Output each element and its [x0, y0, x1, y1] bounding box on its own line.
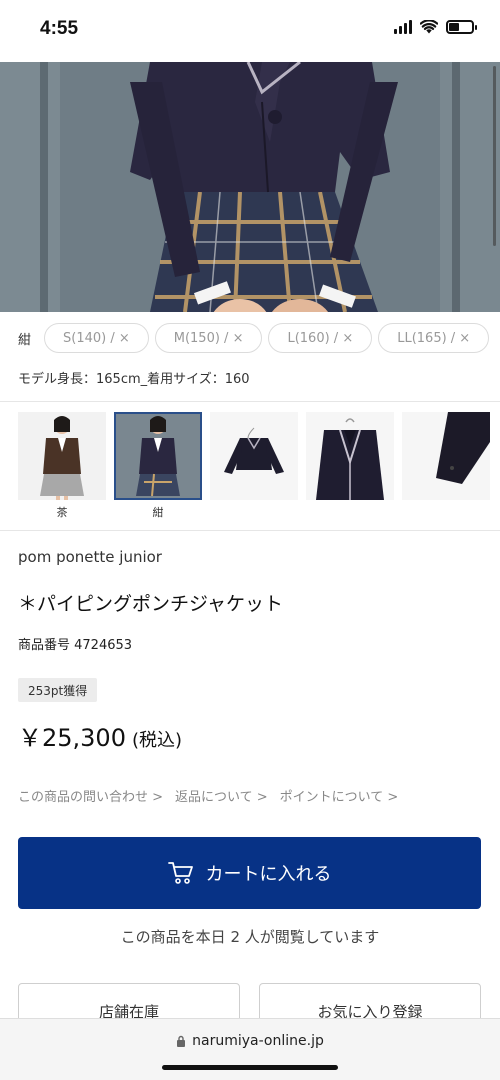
- cart-icon: [167, 862, 193, 884]
- color-label: 紺: [18, 332, 32, 348]
- price-value: ￥25,300: [18, 724, 126, 752]
- browser-address-bar: narumiya-online.jp: [0, 1018, 500, 1080]
- info-links: この商品の問い合わせ > 返品について > ポイントについて >: [18, 786, 398, 805]
- thumbnail-image-selected: [114, 412, 202, 500]
- battery-icon: [446, 20, 477, 34]
- home-indicator[interactable]: [162, 1065, 338, 1070]
- divider: [0, 530, 500, 531]
- thumbnail-jacket-detail[interactable]: [306, 412, 394, 518]
- thumbnail-sleeve-detail[interactable]: [402, 412, 490, 518]
- thumbnail-navy[interactable]: 紺: [114, 412, 202, 519]
- size-chip-m[interactable]: M(150) / ×: [154, 323, 263, 353]
- brand-name[interactable]: pom ponette junior: [18, 548, 162, 566]
- cart-button-label: カートに入れる: [205, 864, 332, 885]
- points-badge: 253pt獲得: [18, 678, 98, 702]
- url-field[interactable]: narumiya-online.jp: [0, 1033, 500, 1049]
- thumbnail-label: 紺: [152, 506, 164, 519]
- status-icons: [394, 20, 477, 34]
- thumbnail-brown[interactable]: 茶: [18, 412, 106, 519]
- model-info: モデル身長：165cm_着用サイズ：160: [18, 372, 250, 387]
- thumbnail-image: [18, 412, 106, 500]
- product-main-image[interactable]: [0, 62, 500, 312]
- thumbnail-label: 茶: [56, 506, 68, 519]
- price-tax-label: (税込): [131, 730, 183, 751]
- product-photo: [0, 62, 500, 312]
- inquiry-link[interactable]: この商品の問い合わせ >: [18, 786, 163, 805]
- add-to-cart-button[interactable]: カートに入れる: [18, 837, 481, 909]
- product-number: 商品番号 4724653: [18, 638, 133, 653]
- price: ￥25,300 (税込): [18, 718, 182, 753]
- size-chip-ll[interactable]: LL(165) / ×: [378, 323, 490, 353]
- url-text: narumiya-online.jp: [192, 1033, 324, 1049]
- product-title: ＊パイピングポンチジャケット: [18, 593, 284, 615]
- lock-icon: [177, 1035, 186, 1047]
- size-selector: 紺 S(140) / × M(150) / × L(160) / × LL(16…: [18, 323, 490, 353]
- thumbnail-strip: 茶 紺: [18, 412, 490, 519]
- returns-link[interactable]: 返品について >: [175, 786, 268, 805]
- cellular-signal-icon: [394, 20, 412, 34]
- thumbnail-jacket-front[interactable]: [210, 412, 298, 518]
- divider: [0, 401, 500, 402]
- status-time: 4:55: [40, 18, 79, 39]
- size-chip-l[interactable]: L(160) / ×: [268, 323, 373, 353]
- thumbnail-image: [306, 412, 394, 500]
- thumbnail-image: [210, 412, 298, 500]
- viewer-count-text: この商品を本日 2 人が閲覧しています: [120, 928, 380, 946]
- scroll-indicator[interactable]: [493, 66, 496, 246]
- wifi-icon: [420, 20, 438, 34]
- status-bar: 4:55: [0, 0, 500, 62]
- thumbnail-image: [402, 412, 490, 500]
- size-chip-s[interactable]: S(140) / ×: [44, 323, 149, 353]
- points-link[interactable]: ポイントについて >: [280, 786, 399, 805]
